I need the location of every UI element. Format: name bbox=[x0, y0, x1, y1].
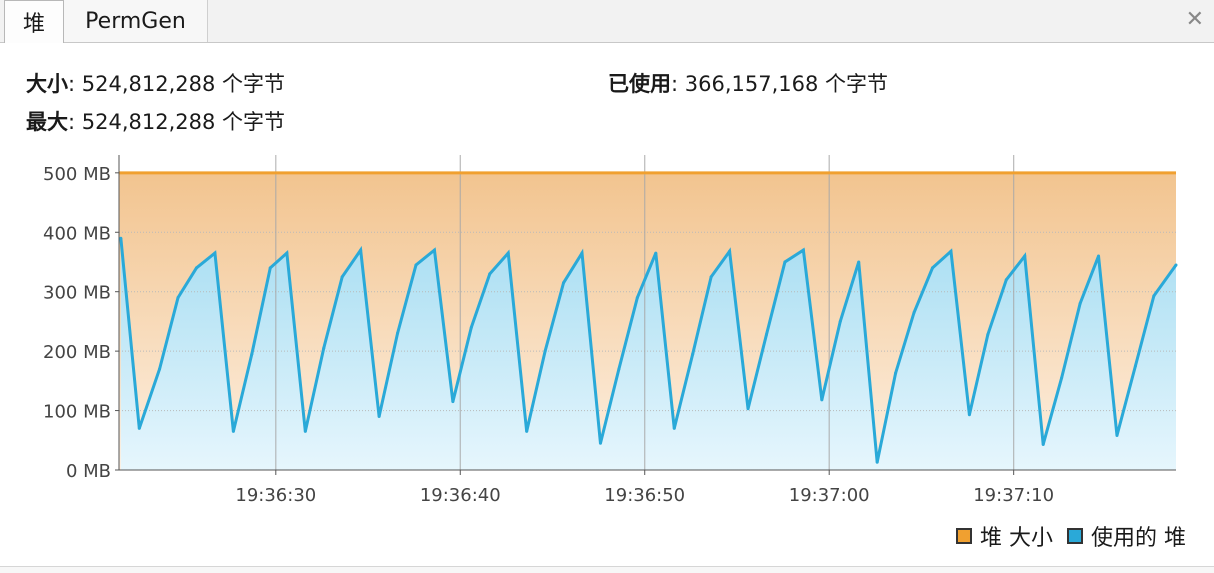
used-heap-point-30 bbox=[672, 426, 676, 430]
legend-label-heap-size: 堆 大小 bbox=[980, 526, 1053, 551]
used-value: 366,157,168 个字节 bbox=[684, 72, 889, 96]
x-tick-label-3: 19:37:00 bbox=[789, 485, 870, 506]
used-heap-point-35 bbox=[764, 332, 768, 336]
used-heap-point-27 bbox=[617, 367, 621, 371]
used-heap-point-18 bbox=[451, 400, 455, 404]
used-heap-point-6 bbox=[231, 429, 235, 433]
used-heap-point-41 bbox=[875, 460, 879, 464]
tab-heap[interactable]: 堆 bbox=[4, 0, 64, 43]
x-tick-label-2: 19:36:50 bbox=[604, 485, 685, 506]
used-heap-point-54 bbox=[1115, 434, 1119, 438]
used-heap-point-55 bbox=[1133, 364, 1137, 368]
used-heap-point-47 bbox=[986, 332, 990, 336]
used-heap-point-9 bbox=[285, 251, 289, 255]
x-tick-label-4: 19:37:10 bbox=[973, 485, 1054, 506]
size-label: 大小 bbox=[26, 72, 68, 96]
used-heap-point-49 bbox=[1023, 254, 1027, 258]
used-heap-point-15 bbox=[396, 331, 400, 335]
used-heap-point-42 bbox=[894, 371, 898, 375]
used-heap-point-1 bbox=[137, 426, 141, 430]
used-heap-point-5 bbox=[213, 251, 217, 255]
legend-label-used-heap: 使用的 堆 bbox=[1091, 526, 1186, 551]
used-heap-point-17 bbox=[432, 248, 436, 252]
used-heap-point-7 bbox=[250, 352, 254, 356]
size-value: 524,812,288 个字节 bbox=[81, 72, 286, 96]
used-heap-point-13 bbox=[359, 248, 363, 252]
used-heap-point-46 bbox=[967, 413, 971, 417]
tab-permgen[interactable]: PermGen bbox=[64, 0, 208, 42]
used-heap-point-24 bbox=[562, 281, 566, 285]
used-heap-point-50 bbox=[1041, 442, 1045, 446]
used-heap-point-34 bbox=[746, 407, 750, 411]
legend-swatch-used-heap bbox=[1067, 528, 1083, 544]
chart-legend: 堆 大小 使用的 堆 bbox=[942, 520, 1186, 552]
tab-bar: 堆 PermGen ✕ bbox=[0, 0, 1214, 43]
used-info: 已使用: 366,157,168 个字节 bbox=[608, 68, 888, 98]
used-heap-point-33 bbox=[728, 249, 732, 253]
used-heap-point-29 bbox=[654, 251, 658, 255]
used-heap-point-28 bbox=[635, 296, 639, 300]
used-heap-point-23 bbox=[543, 349, 547, 353]
heap-usage-chart: 500 MB 400 MB 300 MB 200 MB 100 MB 0 MB 19:36:… bbox=[43, 155, 1178, 506]
used-colon: : bbox=[671, 72, 679, 96]
used-heap-point-8 bbox=[268, 266, 272, 270]
close-icon[interactable]: ✕ bbox=[1186, 8, 1204, 32]
used-heap-point-48 bbox=[1004, 278, 1008, 282]
used-heap-point-20 bbox=[488, 272, 492, 276]
used-heap-point-43 bbox=[912, 311, 916, 314]
size-colon: : bbox=[68, 72, 76, 96]
used-heap-point-37 bbox=[801, 248, 805, 252]
used-heap-point-25 bbox=[580, 251, 584, 255]
used-heap-point-2 bbox=[158, 367, 162, 371]
used-label: 已使用 bbox=[608, 72, 671, 96]
max-label: 最大 bbox=[26, 110, 68, 134]
used-heap-point-16 bbox=[414, 263, 418, 267]
used-heap-point-26 bbox=[598, 441, 602, 445]
x-tick-label-0: 19:36:30 bbox=[235, 485, 316, 506]
used-heap-point-52 bbox=[1078, 302, 1082, 306]
used-heap-point-0 bbox=[119, 236, 123, 240]
y-tick-label-3: 200 MB bbox=[43, 342, 111, 363]
used-heap-point-14 bbox=[377, 415, 381, 419]
used-heap-point-11 bbox=[322, 346, 326, 350]
used-heap-point-56 bbox=[1152, 294, 1156, 298]
used-heap-point-45 bbox=[949, 249, 953, 253]
used-heap-point-3 bbox=[176, 296, 180, 300]
used-heap-point-10 bbox=[303, 429, 307, 433]
used-heap-point-38 bbox=[820, 398, 824, 402]
y-tick-label-2: 300 MB bbox=[43, 283, 111, 304]
max-colon: : bbox=[68, 110, 76, 134]
size-info: 大小: 524,812,288 个字节 bbox=[26, 68, 285, 98]
y-tick-label-4: 100 MB bbox=[43, 402, 111, 423]
used-heap-point-4 bbox=[194, 266, 198, 270]
used-heap-point-32 bbox=[709, 275, 713, 279]
used-heap-point-22 bbox=[525, 429, 529, 433]
max-value: 524,812,288 个字节 bbox=[81, 110, 286, 134]
used-heap-point-21 bbox=[506, 251, 510, 255]
used-heap-point-51 bbox=[1060, 376, 1064, 380]
used-heap-point-57 bbox=[1174, 263, 1178, 267]
used-heap-point-12 bbox=[340, 275, 344, 279]
used-heap-point-53 bbox=[1097, 254, 1101, 258]
y-tick-label-1: 400 MB bbox=[43, 223, 111, 244]
used-heap-point-31 bbox=[691, 352, 695, 356]
used-heap-point-19 bbox=[469, 325, 473, 329]
y-tick-label-5: 0 MB bbox=[66, 461, 111, 482]
y-tick-label-0: 500 MB bbox=[43, 164, 111, 185]
legend-swatch-heap-size bbox=[956, 528, 972, 544]
max-info: 最大: 524,812,288 个字节 bbox=[26, 106, 285, 136]
x-tick-label-1: 19:36:40 bbox=[420, 485, 501, 506]
used-heap-point-39 bbox=[838, 319, 842, 323]
used-heap-point-40 bbox=[857, 260, 861, 264]
used-heap-point-36 bbox=[783, 260, 787, 264]
used-heap-point-44 bbox=[931, 266, 935, 270]
